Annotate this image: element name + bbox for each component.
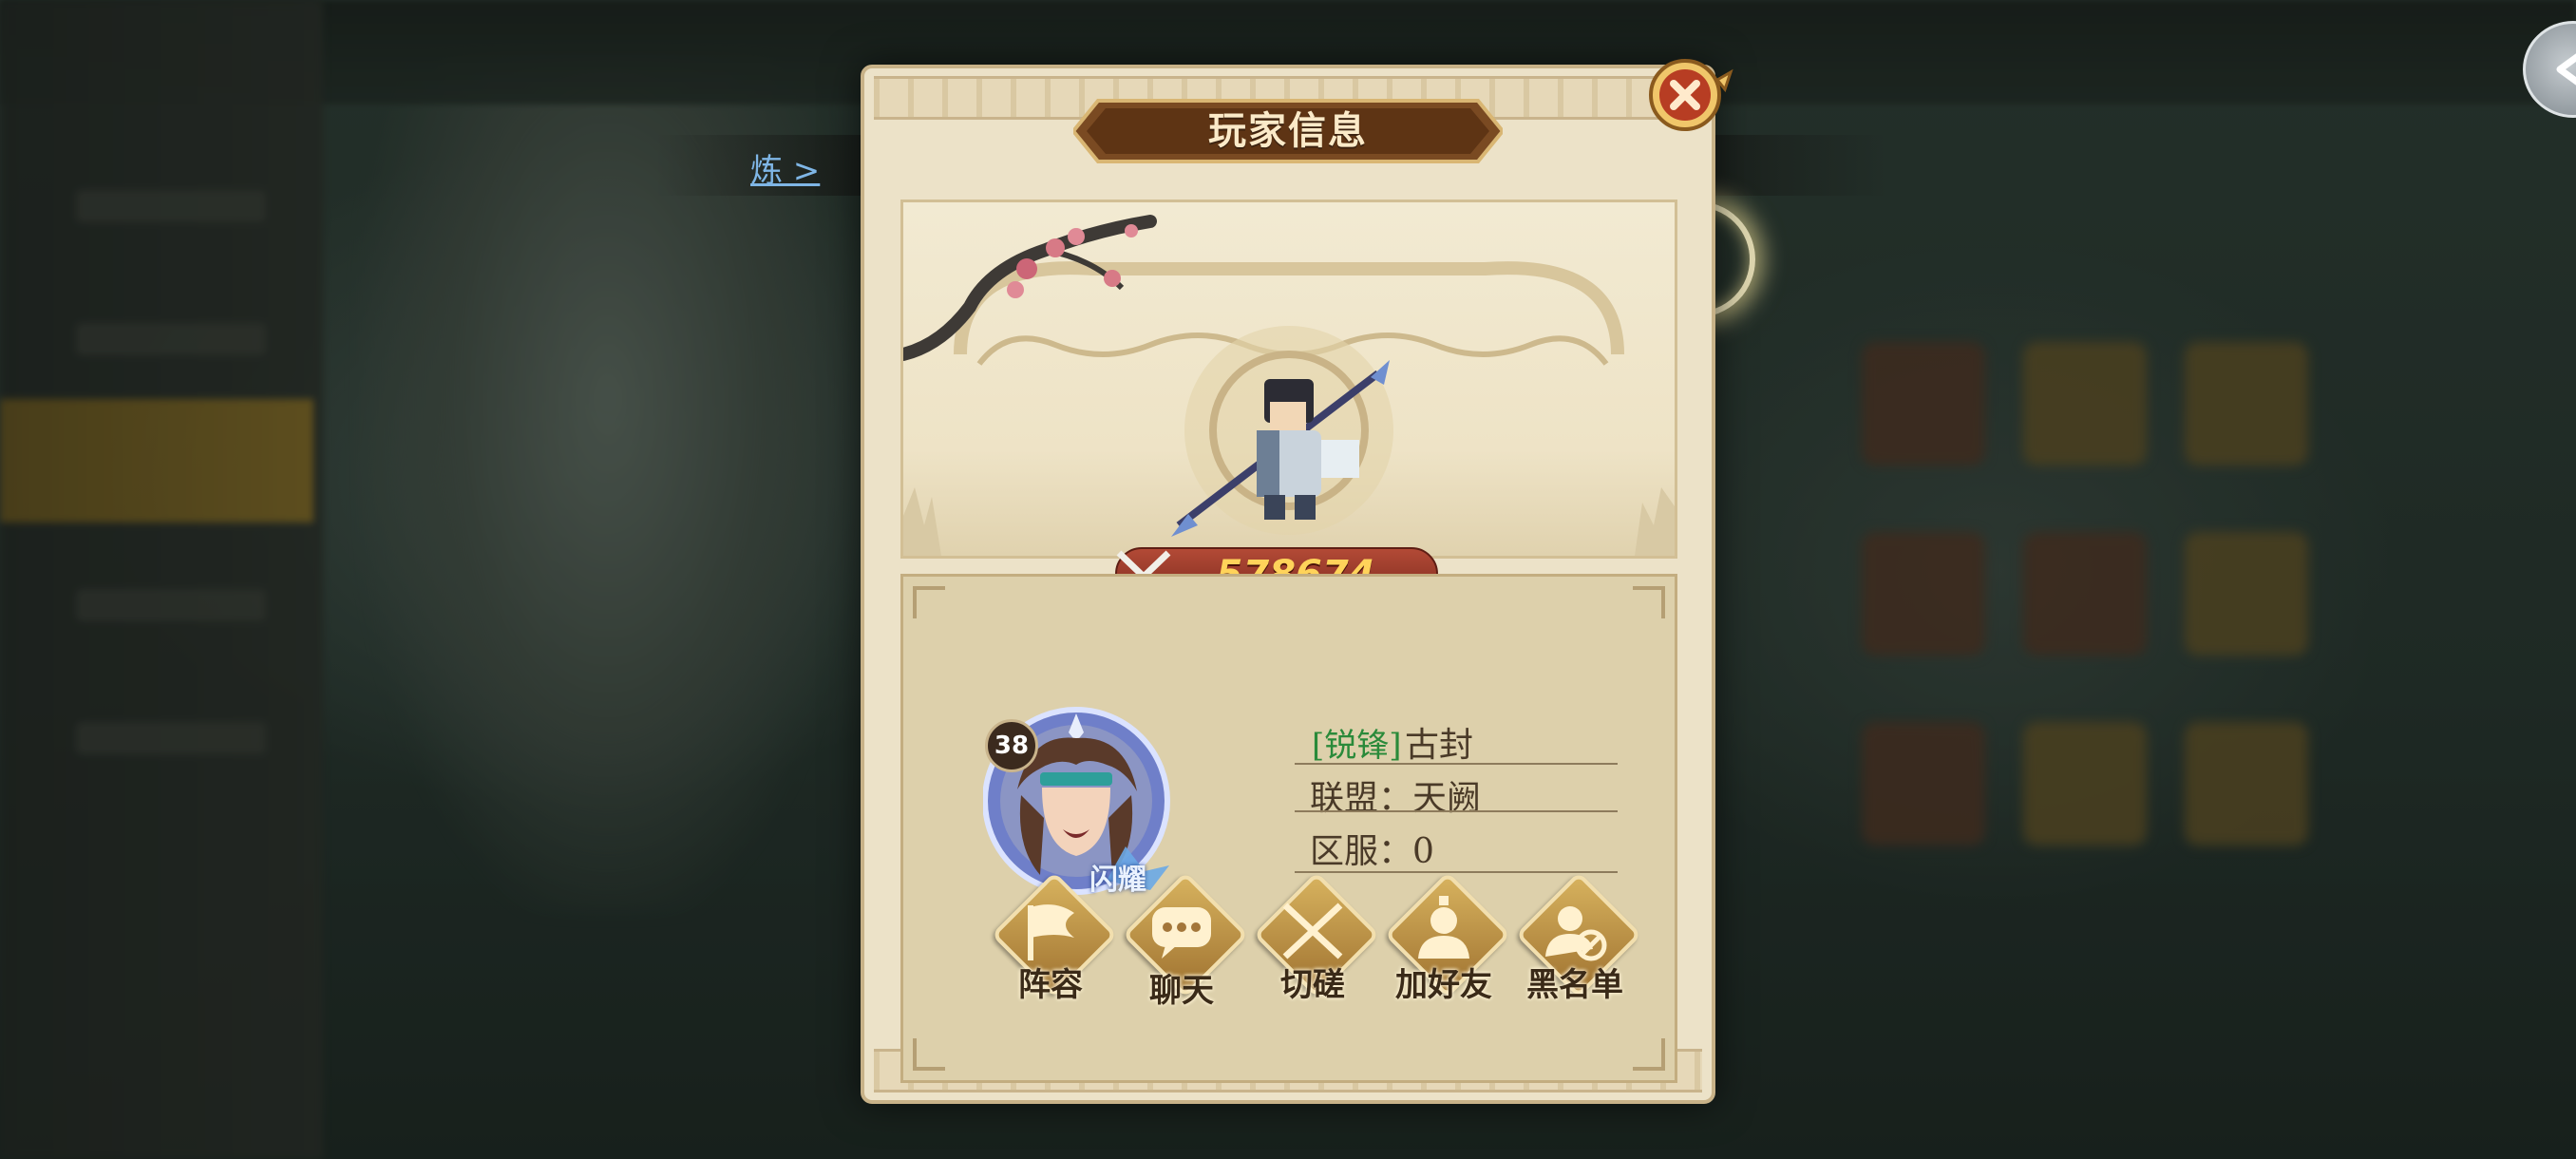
crossed-swords-icon (1282, 902, 1343, 960)
panel-corner (913, 586, 945, 618)
duel-button[interactable]: 切磋 (1251, 871, 1380, 1006)
lineup-label: 阵容 (1018, 966, 1083, 1004)
chat-bubble-icon (1152, 907, 1211, 959)
hero-showcase (900, 200, 1677, 559)
add-friend-button[interactable]: 加好友 (1382, 871, 1511, 1006)
panel-corner (913, 1038, 945, 1071)
chat-label: 聊天 (1149, 972, 1214, 1010)
player-server: 区服：0 (1310, 832, 1434, 871)
panel-corner (1633, 1038, 1665, 1071)
hero-scene-art (903, 215, 1675, 556)
chevron-left-icon (2556, 53, 2576, 86)
lineup-button[interactable]: 阵容 (989, 871, 1118, 1006)
divider (1295, 763, 1618, 765)
add-friend-icon (1418, 896, 1469, 959)
rank-tag: [锐锋] (1312, 727, 1402, 765)
divider (1295, 810, 1618, 812)
close-icon (1649, 59, 1733, 131)
close-button[interactable] (1643, 51, 1734, 142)
player-name: 古封 (1405, 726, 1474, 765)
block-user-icon (1545, 906, 1607, 961)
add-friend-label: 加好友 (1395, 966, 1492, 1004)
flag-icon (1028, 904, 1074, 960)
action-bar: 阵容 聊天 切磋 加好友 黑名单 (989, 871, 1642, 1010)
dialog-title: 玩家信息 (1208, 108, 1368, 153)
refine-link[interactable]: 炼 > (750, 144, 820, 191)
player-level-badge: 38 (985, 719, 1038, 772)
player-alliance: 联盟：天阙 (1310, 779, 1482, 818)
player-info-dialog: 玩家信息 闪耀 38 [锐锋] 古封 联盟：天阙 区服：0 阵容 聊天 切磋 加… (861, 59, 1733, 1104)
blacklist-button[interactable]: 黑名单 (1513, 871, 1642, 1006)
title-banner: 玩家信息 (1073, 95, 1503, 167)
player-info-panel: 闪耀 38 [锐锋] 古封 联盟：天阙 区服：0 阵容 聊天 切磋 加好友 黑名… (900, 574, 1677, 1083)
blacklist-label: 黑名单 (1526, 966, 1623, 1004)
chat-button[interactable]: 聊天 (1120, 871, 1249, 1010)
duel-label: 切磋 (1280, 966, 1345, 1004)
panel-corner (1633, 586, 1665, 618)
